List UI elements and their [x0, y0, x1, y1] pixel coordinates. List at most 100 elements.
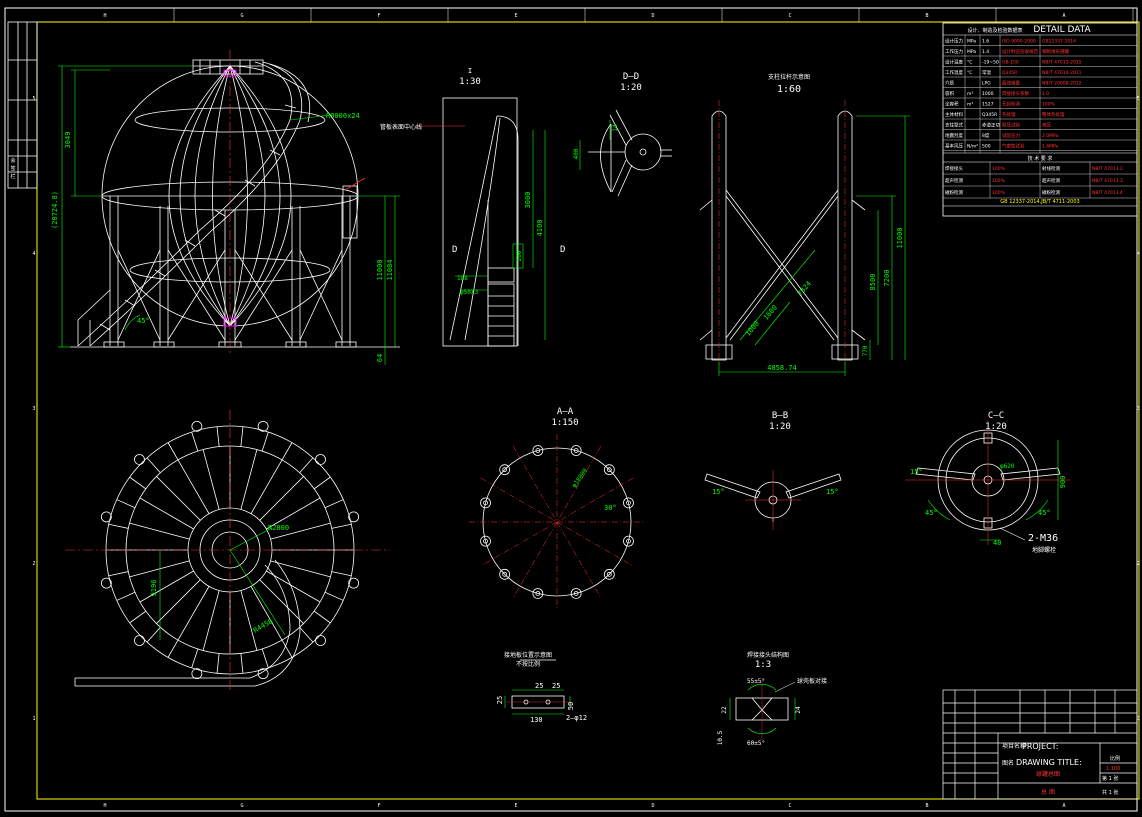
- title-drawing-no: 总 图: [1041, 788, 1055, 796]
- zone-bottom-G: G: [240, 803, 243, 809]
- zone-top-B: B: [925, 13, 928, 19]
- detail-grounding-scale: 不按比例: [516, 660, 540, 668]
- view-i-dim-phi: φ50X3: [460, 289, 478, 296]
- view-cc-dim-40: 40: [993, 539, 1001, 547]
- req-cell: 磁粉检测: [1042, 189, 1060, 196]
- detail-cell: m³: [967, 102, 973, 108]
- zone-top-G: G: [240, 13, 243, 19]
- view-bb-label: B—B: [772, 411, 788, 421]
- detail-cell: NB/T 47014-2011: [1042, 70, 1082, 76]
- detail-weld-dim-105: 10.5: [717, 730, 724, 745]
- req-cell: 100%: [992, 178, 1006, 184]
- detail-cell: 液压: [1042, 122, 1051, 129]
- req-cell: 超声检测: [1042, 177, 1060, 184]
- detail-weld-dim-22: 22: [721, 706, 728, 714]
- title-drawing-value: 球罐总图: [1036, 770, 1060, 778]
- detail-cell: NB/T 47013-2015: [1042, 60, 1082, 66]
- bracing-dim-8500: 8500: [869, 274, 877, 291]
- detail-cell: °C: [967, 60, 972, 66]
- zone-top-E: E: [514, 13, 517, 19]
- zone-right-2: 2: [1137, 561, 1140, 567]
- zone-bottom-E: E: [514, 803, 517, 809]
- title-drawing-en: DRAWING TITLE:: [1016, 758, 1082, 767]
- detail-cell: 1.0: [1042, 91, 1049, 97]
- bolt-note: 2-M36: [1028, 533, 1058, 544]
- req-cell: NB/T 47013.4: [1092, 190, 1123, 196]
- detail-cell: LPG: [982, 81, 991, 87]
- req-cell: 焊接接头: [945, 165, 963, 172]
- req-cell: 磁粉检测: [945, 189, 963, 196]
- detail-cell: 介质: [945, 80, 954, 87]
- detail-cell: 支柱型式: [945, 122, 963, 129]
- detail-cell: °C: [967, 70, 972, 76]
- left-strip-labels: 会 签 栏: [10, 157, 15, 180]
- dim-11000: 11000: [376, 259, 384, 280]
- title-project-en: PROJECT:: [1022, 742, 1058, 751]
- req-cell: 100%: [992, 190, 1006, 196]
- detail-cell: 无损检测: [1002, 101, 1020, 108]
- dim-11084: 11084: [386, 259, 394, 280]
- bracing-title: 支柱拉杆示意图: [768, 73, 810, 81]
- dim-radius: R9000x24: [326, 112, 360, 120]
- detail-cell: Q345R: [1002, 70, 1017, 76]
- detail-cell: 耐压试验: [1002, 122, 1020, 129]
- req-cell: 射线检测: [1042, 165, 1060, 172]
- view-cc-dim-900: 900: [1059, 476, 1067, 489]
- view-dd-scale: 1:20: [620, 83, 642, 93]
- dim-3049: 3049: [64, 132, 72, 149]
- detail-data-header: DETAIL DATA: [1033, 25, 1091, 35]
- detail-cell: 容积: [945, 90, 954, 97]
- zone-top-C: C: [788, 13, 791, 19]
- zone-top-H: H: [103, 13, 106, 19]
- title-scale-value: 1:100: [1106, 766, 1120, 772]
- detail-cell: 8度: [982, 132, 990, 139]
- dim-20724: (20724.8): [51, 191, 59, 229]
- zone-right-3: 3: [1137, 406, 1140, 412]
- bracing-dim-770: 770: [862, 345, 869, 356]
- zone-left-5: 5: [32, 96, 35, 102]
- section-d-left: D: [452, 245, 457, 255]
- detail-grounding-dim-25b: 25: [552, 682, 560, 690]
- view-i-label: I: [468, 67, 472, 75]
- detail-cell: 赤道正切: [982, 122, 1000, 129]
- view-aa-angle: 30°: [604, 504, 617, 512]
- zone-bottom-B: B: [925, 803, 928, 809]
- zone-left-3: 3: [32, 406, 35, 412]
- zone-bottom-C: C: [788, 803, 791, 809]
- detail-cell: 整体热处理: [1042, 111, 1065, 118]
- detail-cell: ISO 9000-2000: [1002, 39, 1036, 45]
- dim-64: 64: [376, 354, 384, 362]
- detail-weld-scale: 1:3: [755, 660, 771, 670]
- detail-cell: GB12337-2014: [1042, 39, 1076, 45]
- view-aa-scale: 1:150: [551, 418, 578, 428]
- section-d-right: D: [560, 245, 565, 255]
- detail-cell: 气密性试验: [1002, 143, 1025, 150]
- detail-cell: MPa: [967, 49, 976, 55]
- view-cc-dim-620: φ620: [1000, 463, 1015, 470]
- drawing-canvas: H G F E D C B A H G F E D C B A 5 4 3 2 1 5 4 3 2 1 会 签 栏: [0, 0, 1142, 817]
- view-cc-angle-45b: 45°: [1038, 509, 1051, 517]
- req-cell: NB/T 47013.3: [1092, 178, 1123, 184]
- bolt-sub: 地脚螺栓: [1032, 546, 1056, 554]
- detail-data-footer: GB 12337-2014,JB/T 4711-2003: [1000, 199, 1079, 205]
- detail-cell: NB/T 20008-2012: [1042, 81, 1082, 87]
- view-dd-label: D—D: [623, 72, 639, 82]
- detail-cell: 常温: [982, 69, 991, 76]
- detail-cell: 工作压力: [945, 48, 963, 55]
- view-bb-scale: 1:20: [769, 422, 791, 432]
- zone-right-1: 1: [1137, 716, 1140, 722]
- detail-cell: N/m²: [967, 144, 978, 150]
- detail-cell: 100%: [1042, 102, 1056, 108]
- view-bb-angle-left: 15°: [712, 488, 725, 496]
- detail-weld-angle-bottom: 60±5°: [747, 740, 765, 747]
- detail-cell: -19~50: [982, 60, 999, 66]
- view-i-scale: 1:30: [459, 77, 481, 87]
- detail-weld-note: 球壳板对接: [797, 677, 827, 685]
- detail-cell: 设计温度: [945, 59, 963, 66]
- detail-grounding-note: 2—φ12: [566, 714, 587, 722]
- view-cc-label: C—C: [988, 411, 1004, 421]
- detail-data-header-cn: 设计、制造及检验数据表: [967, 27, 1022, 34]
- bracing-dim-11000: 11000: [896, 227, 904, 248]
- plan-dim-r2800: R2800: [268, 524, 289, 532]
- detail-grounding-dim-130: 130: [530, 716, 543, 724]
